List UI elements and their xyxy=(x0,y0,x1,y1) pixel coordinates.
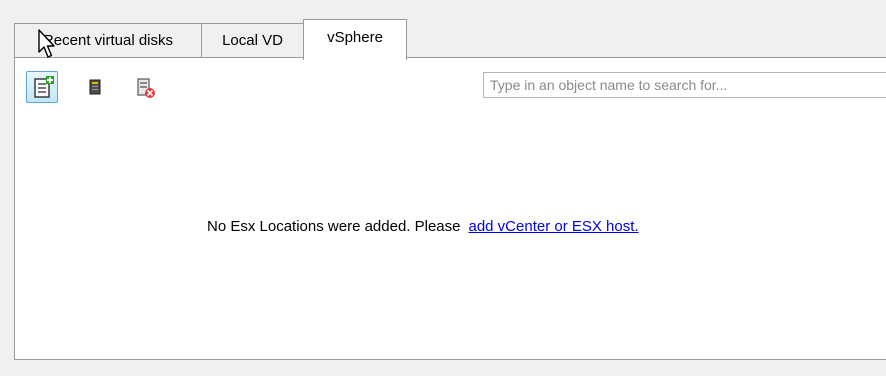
add-vcenter-link[interactable]: add vCenter or ESX host. xyxy=(468,218,638,235)
empty-state: No Esx Locations were added. Please add v… xyxy=(207,218,639,235)
remove-location-button[interactable] xyxy=(129,71,161,103)
tab-bar: Recent virtual disks Local VD vSphere xyxy=(14,19,886,60)
server-button[interactable] xyxy=(79,71,111,103)
add-location-button[interactable] xyxy=(26,71,58,103)
tab-vsphere[interactable]: vSphere xyxy=(303,19,407,60)
vsphere-panel: No Esx Locations were added. Please add v… xyxy=(14,57,886,360)
tab-label: Local VD xyxy=(222,32,283,49)
search-input[interactable] xyxy=(483,72,886,98)
mouse-cursor-icon xyxy=(38,29,55,58)
tab-label: vSphere xyxy=(327,28,383,46)
tab-local-vd[interactable]: Local VD xyxy=(201,23,304,57)
remove-location-icon xyxy=(137,78,155,98)
empty-state-message: No Esx Locations were added. Please xyxy=(207,218,461,235)
tab-label: Recent virtual disks xyxy=(42,32,174,49)
server-icon xyxy=(89,79,101,95)
add-location-icon xyxy=(34,76,54,98)
